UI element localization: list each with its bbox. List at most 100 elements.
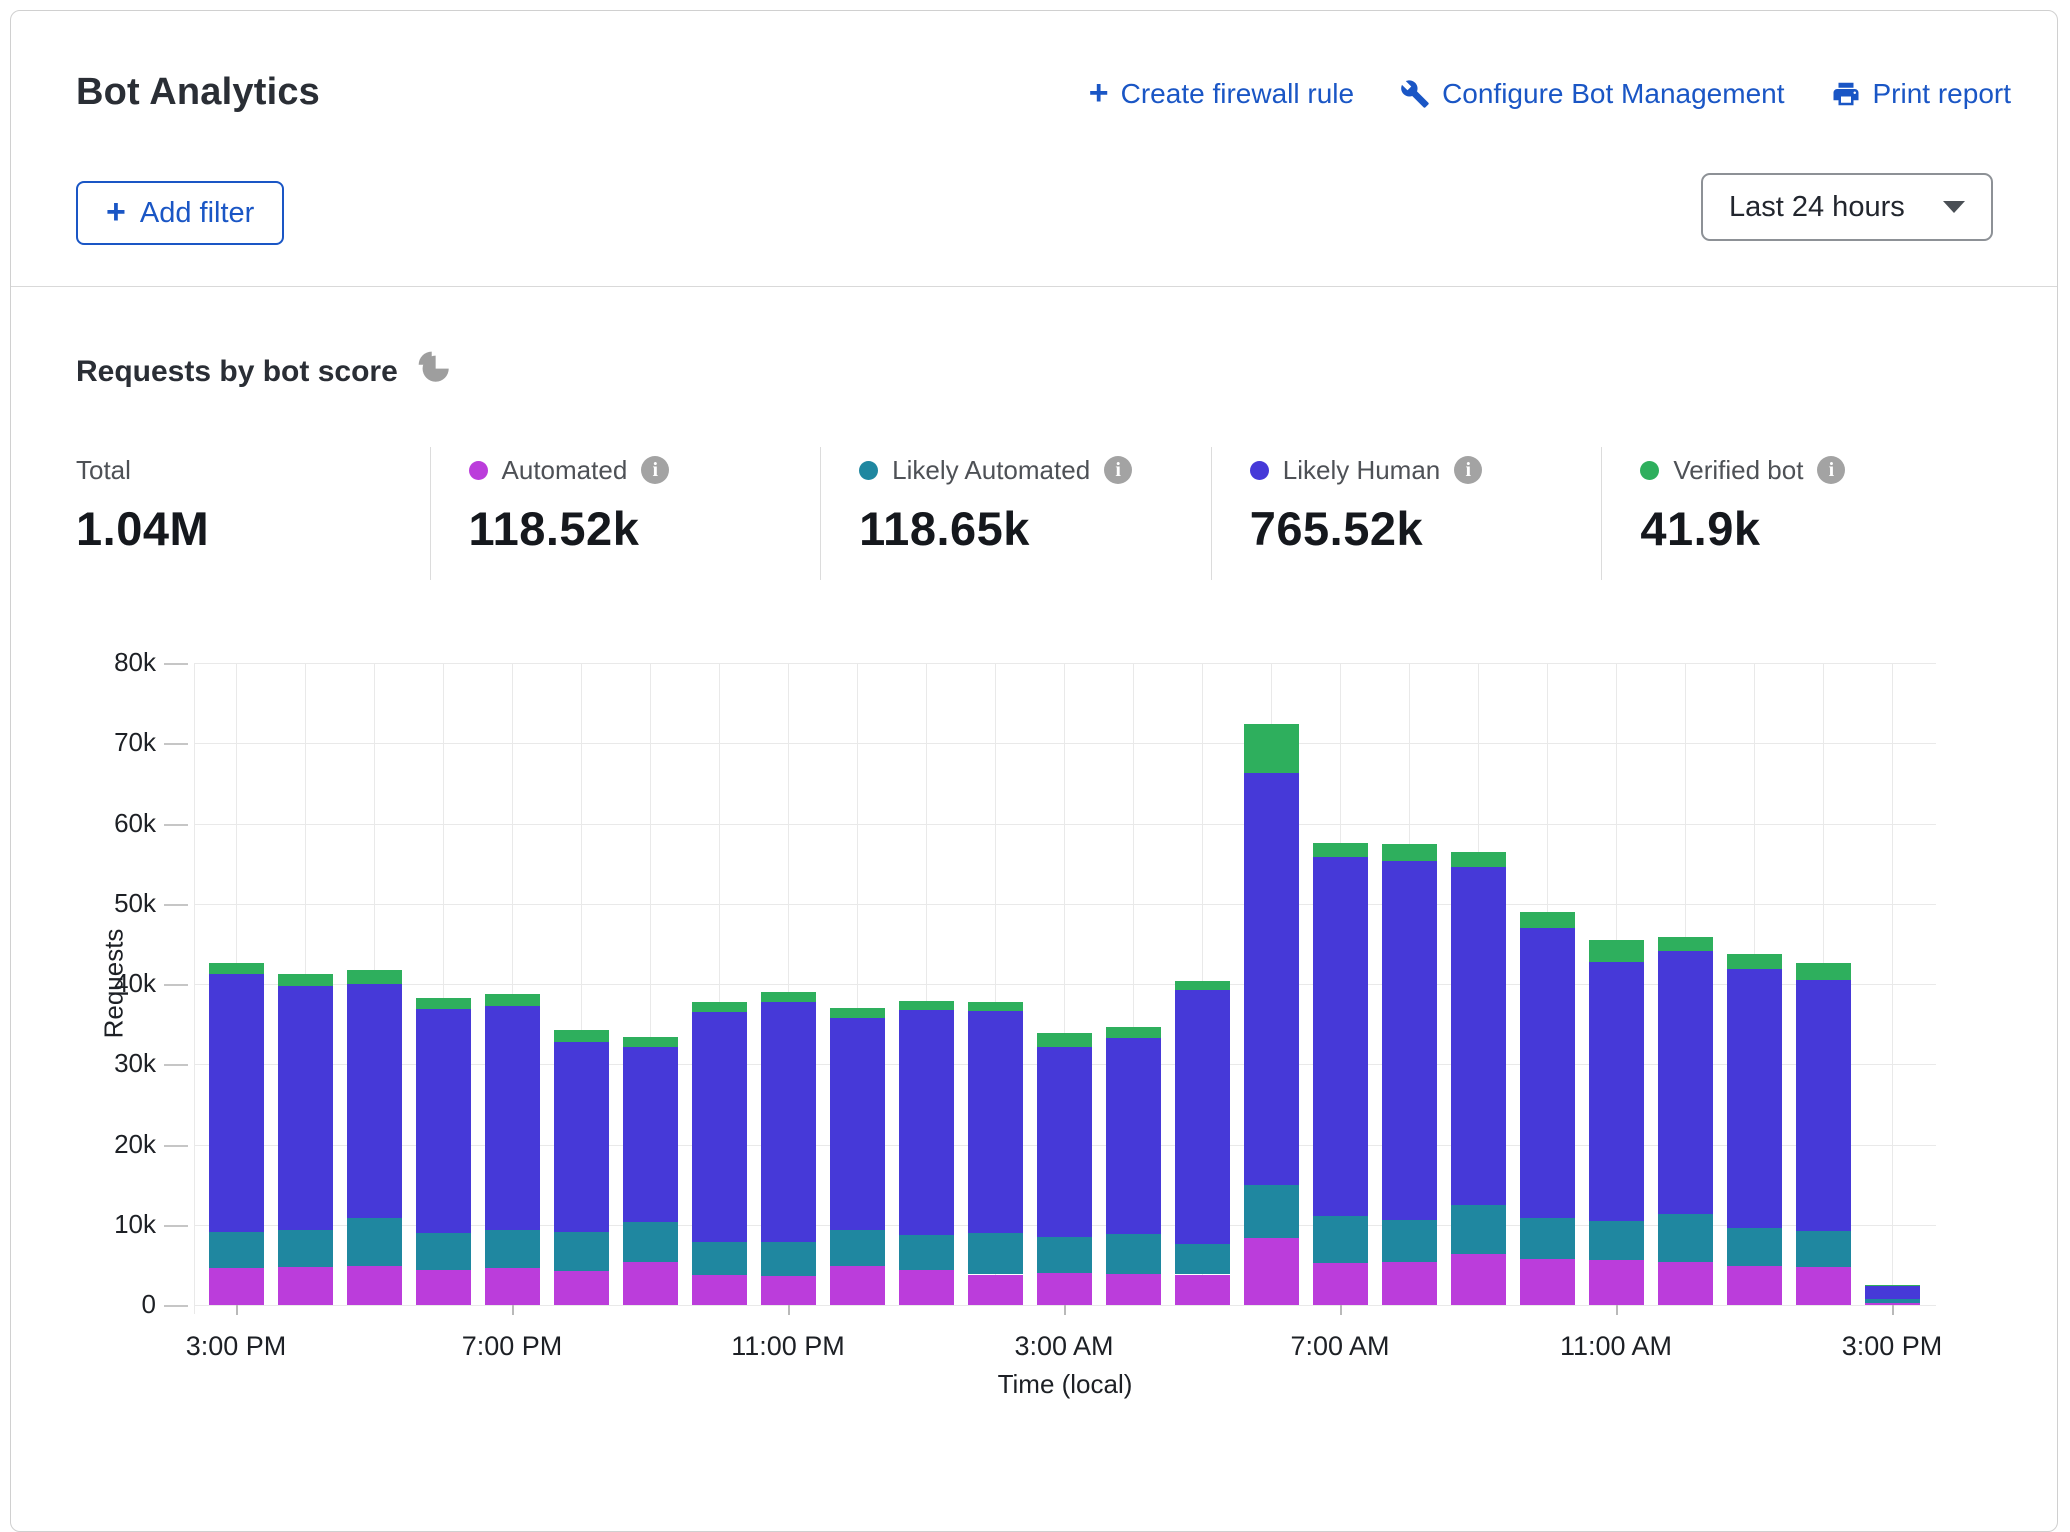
bar-segment-verified-bot[interactable] (1520, 912, 1575, 928)
bar-segment-likely-human[interactable] (1106, 1038, 1161, 1235)
bar-segment-automated[interactable] (1037, 1273, 1092, 1305)
bar-segment-verified-bot[interactable] (1244, 724, 1299, 773)
bar-segment-automated[interactable] (1658, 1262, 1713, 1305)
bar-segment-verified-bot[interactable] (485, 994, 540, 1006)
create-firewall-rule-link[interactable]: + Create firewall rule (1089, 77, 1354, 111)
bar-segment-verified-bot[interactable] (1658, 937, 1713, 951)
bar-segment-verified-bot[interactable] (416, 998, 471, 1009)
bar-segment-likely-human[interactable] (347, 984, 402, 1218)
bar-segment-automated[interactable] (1589, 1260, 1644, 1305)
bar-segment-verified-bot[interactable] (761, 992, 816, 1002)
info-icon[interactable]: i (1454, 456, 1482, 484)
bar-segment-likely-automated[interactable] (209, 1232, 264, 1268)
bar-segment-automated[interactable] (1451, 1254, 1506, 1305)
bar-segment-likely-human[interactable] (554, 1042, 609, 1232)
bar-segment-likely-human[interactable] (1244, 773, 1299, 1185)
print-report-link[interactable]: Print report (1831, 78, 2012, 110)
bar-segment-verified-bot[interactable] (968, 1002, 1023, 1012)
bar-segment-verified-bot[interactable] (1106, 1027, 1161, 1038)
bar-segment-likely-automated[interactable] (1244, 1185, 1299, 1238)
bar-segment-likely-human[interactable] (1175, 990, 1230, 1244)
time-range-dropdown[interactable]: Last 24 hours (1701, 173, 1993, 241)
bar-segment-likely-human[interactable] (1727, 969, 1782, 1228)
bar-segment-automated[interactable] (830, 1266, 885, 1305)
bar-segment-automated[interactable] (485, 1268, 540, 1305)
info-icon[interactable]: i (641, 456, 669, 484)
bar-segment-automated[interactable] (554, 1271, 609, 1305)
bar-segment-likely-automated[interactable] (1520, 1218, 1575, 1260)
bar-segment-verified-bot[interactable] (1451, 852, 1506, 867)
bar-segment-likely-human[interactable] (1382, 861, 1437, 1220)
bar-segment-likely-automated[interactable] (1658, 1214, 1713, 1262)
bar-segment-automated[interactable] (1727, 1266, 1782, 1305)
bar-segment-likely-human[interactable] (485, 1006, 540, 1230)
bar-segment-automated[interactable] (1106, 1274, 1161, 1305)
bar-segment-automated[interactable] (1244, 1238, 1299, 1305)
bar-segment-likely-human[interactable] (830, 1018, 885, 1230)
bar-segment-likely-automated[interactable] (1865, 1299, 1920, 1302)
bar-segment-automated[interactable] (899, 1270, 954, 1305)
bar-segment-likely-human[interactable] (1865, 1286, 1920, 1300)
bar-segment-likely-human[interactable] (1658, 951, 1713, 1214)
bar-segment-automated[interactable] (416, 1270, 471, 1305)
bar-segment-automated[interactable] (347, 1266, 402, 1305)
info-icon[interactable]: i (1817, 456, 1845, 484)
bar-segment-automated[interactable] (278, 1267, 333, 1305)
bar-segment-verified-bot[interactable] (623, 1037, 678, 1047)
bar-segment-likely-human[interactable] (416, 1009, 471, 1233)
bar-segment-likely-automated[interactable] (1796, 1231, 1851, 1267)
bar-segment-likely-human[interactable] (1589, 962, 1644, 1220)
bar-segment-likely-automated[interactable] (968, 1233, 1023, 1275)
bar-segment-likely-human[interactable] (1796, 980, 1851, 1231)
bar-segment-verified-bot[interactable] (1175, 981, 1230, 991)
bar-segment-likely-automated[interactable] (1382, 1220, 1437, 1263)
bar-segment-likely-human[interactable] (761, 1002, 816, 1241)
bar-segment-verified-bot[interactable] (347, 970, 402, 984)
bar-segment-automated[interactable] (623, 1262, 678, 1305)
bar-segment-automated[interactable] (968, 1275, 1023, 1305)
bar-segment-verified-bot[interactable] (830, 1008, 885, 1018)
bar-segment-likely-automated[interactable] (1106, 1234, 1161, 1273)
bar-segment-automated[interactable] (692, 1275, 747, 1305)
bar-segment-verified-bot[interactable] (692, 1002, 747, 1012)
bar-segment-verified-bot[interactable] (1727, 954, 1782, 968)
bar-segment-verified-bot[interactable] (1382, 844, 1437, 861)
bar-segment-likely-automated[interactable] (485, 1230, 540, 1268)
bar-segment-automated[interactable] (1796, 1267, 1851, 1305)
info-icon[interactable]: i (1104, 456, 1132, 484)
bar-segment-automated[interactable] (1313, 1263, 1368, 1305)
bar-segment-likely-human[interactable] (692, 1012, 747, 1242)
bar-segment-likely-human[interactable] (968, 1011, 1023, 1232)
bar-segment-verified-bot[interactable] (1313, 843, 1368, 857)
bar-segment-likely-human[interactable] (209, 974, 264, 1232)
bar-segment-likely-automated[interactable] (347, 1218, 402, 1265)
bar-segment-verified-bot[interactable] (554, 1030, 609, 1042)
bar-segment-likely-automated[interactable] (278, 1230, 333, 1267)
bar-segment-likely-automated[interactable] (554, 1232, 609, 1271)
bar-segment-likely-human[interactable] (1037, 1047, 1092, 1236)
bar-segment-verified-bot[interactable] (278, 974, 333, 986)
bar-segment-verified-bot[interactable] (1589, 940, 1644, 962)
configure-bot-management-link[interactable]: Configure Bot Management (1400, 78, 1784, 110)
bar-segment-automated[interactable] (209, 1268, 264, 1305)
bar-segment-automated[interactable] (1520, 1259, 1575, 1305)
bar-segment-likely-automated[interactable] (899, 1235, 954, 1270)
bar-segment-verified-bot[interactable] (1865, 1285, 1920, 1286)
bar-segment-automated[interactable] (1382, 1262, 1437, 1305)
bar-segment-likely-automated[interactable] (1727, 1228, 1782, 1266)
bar-segment-likely-human[interactable] (623, 1047, 678, 1222)
bar-segment-verified-bot[interactable] (1796, 963, 1851, 980)
bar-segment-verified-bot[interactable] (899, 1001, 954, 1011)
bar-segment-likely-automated[interactable] (623, 1222, 678, 1263)
bar-segment-automated[interactable] (761, 1276, 816, 1305)
bar-segment-automated[interactable] (1175, 1275, 1230, 1305)
bar-segment-likely-automated[interactable] (830, 1230, 885, 1266)
bar-segment-likely-automated[interactable] (1589, 1221, 1644, 1260)
bar-segment-likely-human[interactable] (1520, 928, 1575, 1218)
bar-segment-likely-automated[interactable] (761, 1242, 816, 1277)
bar-segment-likely-automated[interactable] (1313, 1216, 1368, 1263)
bar-segment-likely-automated[interactable] (416, 1233, 471, 1271)
bar-segment-likely-human[interactable] (899, 1010, 954, 1235)
bar-segment-verified-bot[interactable] (1037, 1033, 1092, 1047)
bar-segment-likely-automated[interactable] (1451, 1205, 1506, 1253)
